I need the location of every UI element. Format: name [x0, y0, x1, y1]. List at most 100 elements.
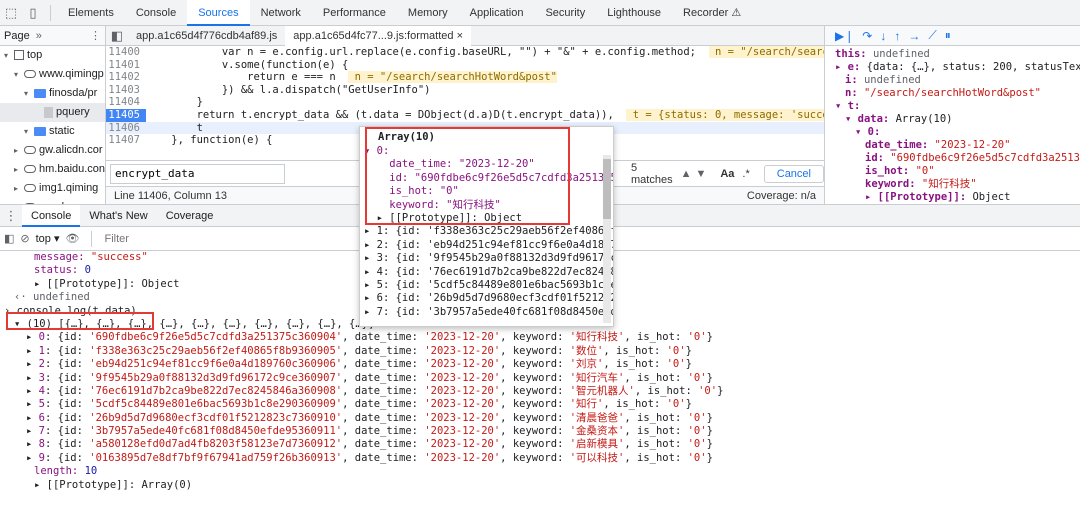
line-number[interactable]: 11402 [106, 71, 146, 84]
scope-entry[interactable]: ▸ e: {data: {…}, status: 200, statusText… [825, 61, 1080, 74]
drawer-tab[interactable]: Console [22, 204, 81, 227]
search-input[interactable] [110, 163, 285, 184]
popover-line[interactable]: ▸ 7: {id: '3b7957a5ede40fc681f08d8450efd… [360, 306, 613, 319]
search-up-icon[interactable]: ▲ [681, 168, 692, 180]
popover-line[interactable]: ▸ 6: {id: '26b9d5d7d9680ecf3cdf01f521282… [360, 292, 613, 305]
drawer-tab[interactable]: What's New [80, 205, 156, 227]
code-line[interactable]: 11405 return t.encrypt_data && (t.data =… [106, 108, 824, 122]
breakpoint-line-number[interactable]: 11405 [106, 108, 146, 122]
popover-line[interactable]: ▸ 2: {id: 'eb94d251c94ef81cc9f6e0a4d1897… [360, 239, 613, 252]
more-options-icon[interactable]: ⋮ [90, 29, 105, 42]
scope-entry[interactable]: ▾ 0: [825, 126, 1080, 139]
console-filter-input[interactable] [104, 229, 305, 248]
match-case-button[interactable]: Aa [720, 168, 734, 180]
popover-line[interactable]: ▸ 3: {id: '9f9545b29a0f88132d3d9fd96172c… [360, 252, 613, 265]
drawer-tab[interactable]: Coverage [157, 205, 223, 227]
tree-item[interactable]: ▾ top [0, 46, 105, 65]
drawer-menu-icon[interactable]: ⋮ [0, 205, 22, 227]
console-array-item[interactable]: ▸ 1: {id: 'f338e363c25c29aeb56f2ef40865f… [0, 345, 1080, 358]
code-line[interactable]: 11404 } [106, 96, 824, 109]
tree-item[interactable]: ▸ img1.qiming [0, 179, 105, 198]
code-line[interactable]: 11400 var n = e.config.url.replace(e.con… [106, 46, 824, 59]
scope-entry[interactable]: ▾ data: Array(10) [825, 113, 1080, 126]
panel-tab-elements[interactable]: Elements [57, 0, 125, 26]
step-over-icon[interactable]: ↷ [862, 29, 872, 43]
context-selector[interactable]: top ▾ [36, 232, 60, 245]
console-line[interactable]: ▸ [[Prototype]]: Array(0) [0, 479, 1080, 492]
line-number[interactable]: 11404 [106, 96, 146, 109]
scope-entry[interactable]: keyword: "知行科技" [825, 178, 1080, 191]
tree-item[interactable]: pquery [0, 103, 105, 122]
console-array-item[interactable]: ▸ 5: {id: '5cdf5c84489e801e6bac5693b1c8e… [0, 398, 1080, 411]
line-number[interactable]: 11407 [106, 134, 146, 147]
popover-line[interactable]: ▾ 0: [360, 145, 613, 158]
code-line[interactable]: 11402 return e === n n = "/search/search… [106, 71, 824, 84]
expand-arrow-icon[interactable]: ▾ [24, 84, 34, 103]
editor-file-tab[interactable]: app.a1c65d4fc77...9.js:formatted × [285, 25, 471, 46]
code-line[interactable]: 11401 v.some(function(e) { [106, 59, 824, 72]
expand-arrow-icon[interactable]: ▾ [24, 122, 34, 141]
step-out-icon[interactable]: ↑ [894, 29, 900, 43]
scope-entry[interactable]: id: "690fdbe6c9f26e5d5c7cdfd3a251375c" [825, 152, 1080, 165]
expand-arrow-icon[interactable]: ▸ [14, 160, 24, 179]
panel-tab-lighthouse[interactable]: Lighthouse [596, 0, 672, 26]
console-array-item[interactable]: ▸ 2: {id: 'eb94d251c94ef81cc9f6e0a4d1897… [0, 358, 1080, 371]
scope-entry[interactable]: date_time: "2023-12-20" [825, 139, 1080, 152]
panel-tab-console[interactable]: Console [125, 0, 187, 26]
line-number[interactable]: 11406 [106, 122, 146, 135]
panel-tab-sources[interactable]: Sources [187, 0, 250, 26]
sidebar-toggle-icon[interactable]: ◧ [4, 232, 14, 245]
toggle-navigator-icon[interactable]: ◧ [106, 26, 128, 46]
resume-icon[interactable]: ▶❘ [835, 29, 854, 43]
expand-arrow-icon[interactable]: ▾ [4, 46, 14, 65]
panel-tab-network[interactable]: Network [250, 0, 312, 26]
console-array-item[interactable]: ▸ 3: {id: '9f9545b29a0f88132d3d9fd96172c… [0, 372, 1080, 385]
clear-console-icon[interactable]: ⊘ [20, 232, 29, 245]
pause-on-exceptions-icon[interactable]: ⏸ [945, 28, 951, 43]
tree-item[interactable]: ▾ static [0, 122, 105, 141]
step-icon[interactable]: → [908, 29, 920, 43]
panel-tab-performance[interactable]: Performance [312, 0, 397, 26]
editor-file-tab[interactable]: app.a1c65d4f776cdb4af89.js [128, 26, 285, 46]
scope-entry[interactable]: is_hot: "0" [825, 165, 1080, 178]
navigator-tab-page[interactable]: Page [4, 30, 30, 42]
code-line[interactable]: 11403 }) && l.a.dispatch("GetUserInfo") [106, 84, 824, 97]
cancel-search-button[interactable]: Cancel [763, 164, 824, 183]
scope-entry[interactable]: i: undefined [825, 74, 1080, 87]
panel-tab-security[interactable]: Security [534, 0, 596, 26]
console-array-item[interactable]: ▸ 9: {id: '0163895d7e8df7bf9f67941ad759f… [0, 452, 1080, 465]
console-array-item[interactable]: ▸ 8: {id: 'a580128efd0d7ad4fb8203f58123e… [0, 438, 1080, 451]
console-array-item[interactable]: ▸ 7: {id: '3b7957a5ede40fc681f08d8450efd… [0, 425, 1080, 438]
scope-entry[interactable]: ▾ t: [825, 100, 1080, 113]
popover-scrollbar[interactable] [603, 155, 611, 323]
console-array-item[interactable]: ▸ 0: {id: '690fdbe6c9f26e5d5c7cdfd3a2513… [0, 331, 1080, 344]
inspect-element-icon[interactable]: ⬚ [0, 0, 22, 26]
tree-item[interactable]: ▸ gw.alicdn.cor [0, 141, 105, 160]
expand-arrow-icon[interactable]: ▾ [14, 65, 24, 84]
popover-line[interactable]: ▸ 1: {id: 'f338e363c25c29aeb56f2ef40865f… [360, 225, 613, 238]
tree-item[interactable]: ▸ hm.baidu.con [0, 160, 105, 179]
scope-entry[interactable]: this: undefined [825, 48, 1080, 61]
popover-line[interactable]: ▸ 4: {id: '76ec6191d7b2ca9be822d7ec82458… [360, 266, 613, 279]
line-number[interactable]: 11400 [106, 46, 146, 59]
expand-arrow-icon[interactable]: ▸ [14, 141, 24, 160]
popover-line[interactable]: ▸ 5: {id: '5cdf5c84489e801e6bac5693b1c8e… [360, 279, 613, 292]
tree-item[interactable]: ▾ finosda/pr [0, 84, 105, 103]
line-number[interactable]: 11401 [106, 59, 146, 72]
device-toolbar-icon[interactable]: ▯ [22, 0, 44, 26]
scope-entry[interactable]: ▸ [[Prototype]]: Object [825, 191, 1080, 204]
console-array-item[interactable]: ▸ 6: {id: '26b9d5d7d9680ecf3cdf01f521282… [0, 412, 1080, 425]
line-number[interactable]: 11403 [106, 84, 146, 97]
console-array-item[interactable]: ▸ 4: {id: '76ec6191d7b2ca9be822d7ec82458… [0, 385, 1080, 398]
search-down-icon[interactable]: ▼ [695, 168, 706, 180]
panel-tab-application[interactable]: Application [459, 0, 535, 26]
deactivate-breakpoints-icon[interactable]: ⟋ [928, 28, 936, 43]
scope-entry[interactable]: n: "/search/searchHotWord&post" [825, 87, 1080, 100]
live-expression-icon[interactable]: 👁 [66, 232, 80, 245]
expand-arrow-icon[interactable]: ▸ [14, 179, 24, 198]
regex-button[interactable]: .* [742, 168, 749, 180]
tree-item[interactable]: ▾ www.qimingp [0, 65, 105, 84]
panel-tab-memory[interactable]: Memory [397, 0, 459, 26]
more-tabs-icon[interactable]: » [36, 30, 42, 42]
step-into-icon[interactable]: ↓ [880, 29, 886, 43]
